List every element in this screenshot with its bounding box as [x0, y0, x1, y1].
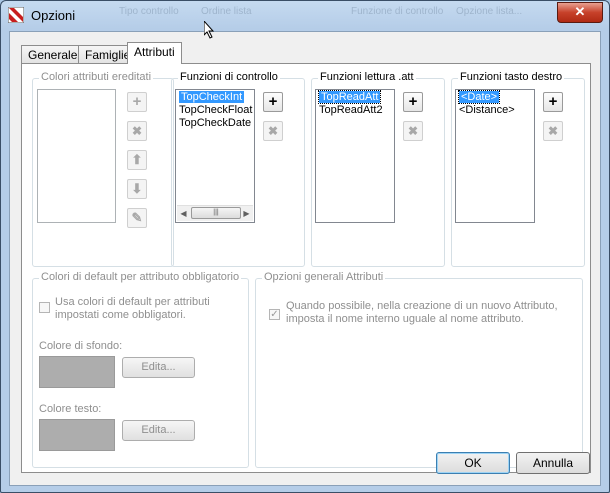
delete-control-function-button[interactable]: ✖: [263, 121, 283, 141]
app-logo-icon: [8, 7, 24, 23]
scroll-left-icon[interactable]: ◀: [178, 208, 189, 219]
general-options-group: Opzioni generali Attributi ✓ Quando poss…: [255, 271, 583, 468]
attributi-panel: Colori attributi ereditati + ✖ ⬆ ⬇ ✎ Fun…: [21, 63, 591, 473]
check-icon: ✓: [270, 309, 279, 320]
delete-icon: ✖: [267, 124, 279, 138]
delete-icon: ✖: [547, 124, 559, 138]
edit-inherited-button[interactable]: ✎: [127, 208, 147, 228]
rightclick-functions-title: Funzioni tasto destro: [458, 71, 565, 83]
use-default-colors-checkbox[interactable]: [39, 302, 50, 313]
background-color-swatch[interactable]: [39, 356, 115, 388]
same-internal-name-label: Quando possibile, nella creazione di un …: [286, 300, 558, 325]
list-item[interactable]: TopCheckDate: [177, 117, 254, 130]
delete-inherited-button[interactable]: ✖: [127, 121, 147, 141]
same-internal-name-checkbox[interactable]: ✓: [269, 309, 280, 320]
general-options-title: Opzioni generali Attributi: [262, 271, 386, 283]
edit-background-button[interactable]: Edita...: [122, 357, 195, 378]
close-icon: ✕: [574, 4, 586, 19]
inherited-colors-title: Colori attributi ereditati: [39, 71, 154, 83]
list-item-label: TopCheckInt: [179, 91, 245, 103]
text-color-label: Colore testo:: [39, 403, 102, 415]
delete-rightclick-function-button[interactable]: ✖: [543, 121, 563, 141]
window-title: Opzioni: [31, 8, 76, 23]
delete-icon: ✖: [131, 124, 143, 138]
list-item-label: TopReadAtt: [317, 90, 382, 104]
list-item-label: <Date>: [457, 90, 501, 104]
dialog-client-area: Generale Famiglie Attributi Colori attri…: [9, 31, 601, 486]
title-bar[interactable]: Opzioni ... Tipo controllo Ordine lista …: [1, 1, 609, 29]
control-functions-title: Funzioni di controllo: [178, 71, 280, 83]
add-icon: +: [268, 93, 278, 110]
list-item[interactable]: TopReadAtt: [317, 90, 394, 104]
list-item[interactable]: TopReadAtt2: [317, 104, 394, 117]
control-functions-group: Funzioni di controllo TopCheckInt TopChe…: [171, 71, 305, 267]
default-colors-group: Colori di default per attributo obbligat…: [32, 271, 249, 468]
move-down-button[interactable]: ⬇: [127, 179, 147, 199]
inherited-colors-group: Colori attributi ereditati + ✖ ⬆ ⬇ ✎: [32, 71, 174, 267]
list-item[interactable]: TopCheckFloat: [177, 104, 254, 117]
dialog-window: Opzioni ... Tipo controllo Ordine lista …: [0, 0, 610, 493]
default-colors-title: Colori di default per attributo obbligat…: [39, 271, 242, 283]
add-rightclick-function-button[interactable]: +: [543, 92, 563, 112]
ghost-title-2: Tipo controllo: [119, 6, 179, 17]
mouse-cursor-icon: [204, 21, 214, 39]
tab-attributi[interactable]: Attributi: [127, 42, 182, 64]
control-functions-list[interactable]: TopCheckInt TopCheckFloat TopCheckDate ◀…: [175, 89, 255, 223]
read-functions-title: Funzioni lettura .att: [318, 71, 416, 83]
pencil-icon: ✎: [131, 210, 143, 225]
list-item[interactable]: <Distance>: [457, 104, 534, 117]
add-icon: +: [132, 93, 142, 110]
add-icon: +: [408, 93, 418, 110]
rightclick-functions-list[interactable]: <Date> <Distance>: [455, 89, 535, 223]
delete-icon: ✖: [407, 124, 419, 138]
ghost-title-5: Opzione lista...: [456, 6, 523, 17]
use-default-colors-label: Usa colori di default per attributi impo…: [55, 296, 210, 321]
read-functions-group: Funzioni lettura .att TopReadAtt TopRead…: [311, 71, 445, 267]
text-color-swatch[interactable]: [39, 419, 115, 451]
cancel-button[interactable]: Annulla: [516, 452, 590, 474]
ok-button[interactable]: OK: [436, 452, 510, 474]
add-inherited-button[interactable]: +: [127, 92, 147, 112]
edit-text-color-button[interactable]: Edita...: [122, 420, 195, 441]
list-item[interactable]: TopCheckInt: [177, 91, 254, 104]
arrow-up-icon: ⬆: [131, 152, 143, 167]
close-button[interactable]: ✕: [557, 2, 603, 23]
scroll-thumb[interactable]: |||: [191, 207, 241, 219]
move-up-button[interactable]: ⬆: [127, 150, 147, 170]
horizontal-scrollbar[interactable]: ◀ ||| ▶: [177, 205, 253, 221]
scroll-right-icon[interactable]: ▶: [241, 208, 252, 219]
inherited-colors-list[interactable]: [37, 89, 116, 223]
ghost-title-3: Ordine lista: [201, 6, 252, 17]
delete-read-function-button[interactable]: ✖: [403, 121, 423, 141]
add-control-function-button[interactable]: +: [263, 92, 283, 112]
rightclick-functions-group: Funzioni tasto destro <Date> <Distance> …: [451, 71, 585, 267]
list-item[interactable]: <Date>: [457, 90, 534, 104]
add-read-function-button[interactable]: +: [403, 92, 423, 112]
add-icon: +: [548, 93, 558, 110]
background-color-label: Colore di sfondo:: [39, 340, 123, 352]
tab-generale[interactable]: Generale: [21, 45, 85, 63]
ghost-title-4: Funzione di controllo: [351, 6, 444, 17]
arrow-down-icon: ⬇: [131, 181, 143, 196]
read-functions-list[interactable]: TopReadAtt TopReadAtt2: [315, 89, 395, 223]
ghost-title-1: ...: [57, 6, 66, 17]
